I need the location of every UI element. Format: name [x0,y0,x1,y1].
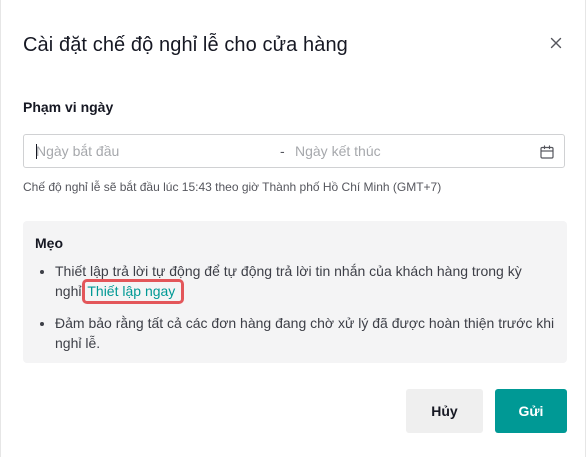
tip-item-pending-orders: Đảm bảo rằng tất cả các đơn hàng đang ch… [55,313,565,353]
text-caret [36,144,37,159]
holiday-start-hint: Chế độ nghỉ lễ sẽ bắt đầu lúc 15:43 theo… [23,180,442,194]
tips-list: Thiết lập trả lời tự động để tự động trả… [39,261,565,365]
tip-item-pending-orders-text: Đảm bảo rằng tất cả các đơn hàng đang ch… [55,315,555,351]
start-date-input[interactable]: Ngày bắt đầu [36,135,119,167]
date-range-label: Phạm vi ngày [23,99,114,115]
end-date-input[interactable]: Ngày kết thúc [295,135,381,167]
close-icon [550,37,562,49]
tip-item-auto-reply: Thiết lập trả lời tự động để tự động trả… [55,261,565,301]
submit-button[interactable]: Gửi [495,389,567,433]
date-separator: - [280,143,285,159]
setup-now-link[interactable]: Thiết lập ngay [85,283,177,299]
dialog-title: Cài đặt chế độ nghỉ lễ cho cửa hàng [23,34,348,56]
date-range-picker[interactable]: Ngày bắt đầu - Ngày kết thúc [23,134,565,168]
holiday-mode-dialog: Cài đặt chế độ nghỉ lễ cho cửa hàng Phạm… [0,0,586,457]
tips-title: Mẹo [35,235,63,251]
close-button[interactable] [547,34,565,52]
calendar-icon[interactable] [540,145,554,159]
tips-panel: Mẹo Thiết lập trả lời tự động để tự động… [23,221,567,363]
cancel-button[interactable]: Hủy [406,389,483,433]
